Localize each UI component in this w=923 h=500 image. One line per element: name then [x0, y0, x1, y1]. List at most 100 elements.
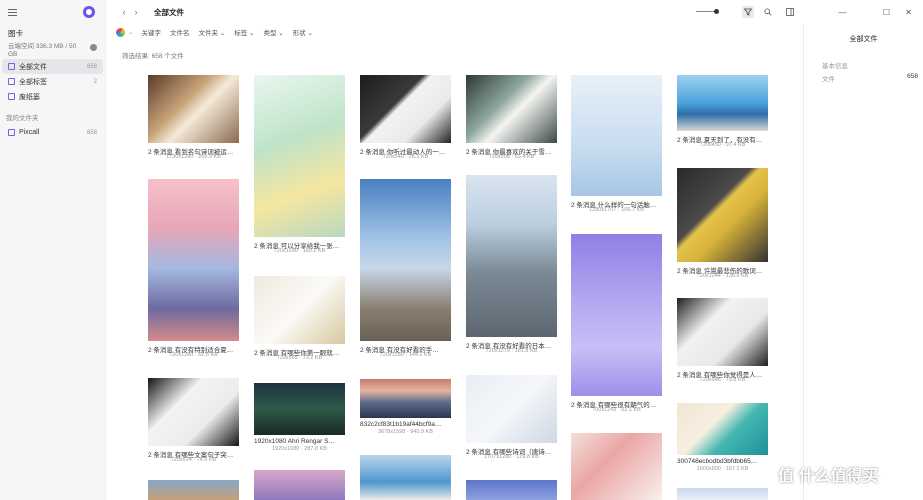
- image-thumbnail[interactable]: [254, 75, 345, 237]
- image-meta: 720x1280 · 62.5 KB: [169, 352, 218, 358]
- filter-filename[interactable]: 文件名: [170, 27, 190, 37]
- image-thumbnail[interactable]: [360, 179, 451, 341]
- filter-bar: ⌄ 关键字 文件名 文件夹 ⌄ 标签 ⌄ 类型 ⌄ 形状 ⌄: [116, 26, 322, 38]
- search-icon: [764, 8, 772, 16]
- image-thumbnail[interactable]: [148, 179, 239, 341]
- sidebar-item-trash[interactable]: 废纸篓: [2, 89, 103, 104]
- menu-icon[interactable]: [8, 8, 17, 16]
- image-meta: 720x540 · 28.1 KB: [382, 154, 429, 160]
- sidebar-header: [0, 0, 105, 24]
- filter-keyword[interactable]: 关键字: [141, 27, 161, 37]
- sidebar-item-all-files[interactable]: 全部文件 658: [2, 59, 103, 74]
- image-thumbnail[interactable]: [571, 234, 662, 396]
- image-name: 1920x1080 Ahri Rengar S…: [254, 438, 335, 445]
- folders-section-label: 我的文件夹: [6, 115, 39, 122]
- sidebar-item-label: 全部标签: [19, 78, 47, 86]
- image-thumbnail[interactable]: [254, 470, 345, 500]
- image-thumbnail[interactable]: [360, 379, 451, 418]
- sidebar-item-all-tags[interactable]: 全部标签 2: [2, 74, 103, 89]
- image-card[interactable]: 2 条消息 有哪些文案句子突… 720x514 · 74.6 KB: [148, 378, 239, 466]
- color-filter-icon[interactable]: [116, 27, 125, 37]
- image-card[interactable]: 832c2cf83t1b19af44bcf9a… 3678x1598 · 940.…: [360, 379, 451, 438]
- image-meta: 720x1280 · 144.2 KB: [379, 352, 432, 358]
- sidebar-item-pixcall[interactable]: Pixcall 658: [2, 125, 103, 140]
- image-card[interactable]: 2 条消息 有哪些诗词（唐诗… 1707x1280 · 129.8 KB: [466, 375, 557, 463]
- chevron-down-icon[interactable]: ⌄: [128, 28, 133, 36]
- image-card[interactable]: 2 条消息 有哪些你觉得是人… 720x546 · 79.8 KB: [677, 298, 768, 386]
- image-card[interactable]: 2 条消息 有没有特别适合夏… 720x1280 · 62.5 KB: [148, 179, 239, 361]
- sidebar-panel-icon: [786, 8, 794, 16]
- folder-icon: [8, 129, 15, 136]
- image-card[interactable]: 2 条消息 许嵩最悲伤的歌词… 720x1244 · 136.9 KB: [677, 168, 768, 282]
- toggle-panel-button[interactable]: [784, 6, 796, 18]
- image-meta: 720x508 · 63.4 KB: [488, 154, 535, 160]
- filter-folder[interactable]: 文件夹 ⌄: [198, 27, 225, 37]
- panel-row-label: 文件: [822, 76, 835, 83]
- storage-text: 云端空间 336.3 MB / 50 GB: [8, 43, 77, 58]
- forward-icon[interactable]: ›: [130, 7, 142, 17]
- panel-section-label: 基本信息: [822, 63, 848, 70]
- check-icon: [90, 44, 97, 51]
- trash-icon: [8, 93, 15, 100]
- image-meta: 1707x1280 · 129.8 KB: [484, 454, 539, 460]
- image-thumbnail[interactable]: [148, 378, 239, 446]
- close-icon[interactable]: ✕: [904, 8, 913, 17]
- image-meta: 1920x1080 · 287.8 KB: [272, 446, 327, 452]
- library-name[interactable]: 图卡: [0, 24, 105, 39]
- image-thumbnail[interactable]: [571, 433, 662, 500]
- image-meta: 720x1244 · 136.9 KB: [696, 273, 749, 279]
- image-thumbnail[interactable]: [571, 75, 662, 196]
- image-card[interactable]: 2 条消息 有哪些很有朝气的… 700x1243 · 52.1 KB: [571, 234, 662, 416]
- filter-result-count: 筛选结果: 658 个文件: [122, 53, 184, 60]
- image-meta: 720x514 · 74.6 KB: [170, 457, 217, 463]
- image-thumbnail[interactable]: [466, 75, 557, 143]
- image-card[interactable]: 2 条消息 你最喜欢的关于雪… 720x508 · 63.4 KB: [466, 75, 557, 163]
- minimize-icon[interactable]: —: [838, 8, 847, 17]
- file-icon: [8, 63, 15, 70]
- filter-icon: [744, 8, 752, 16]
- watermark: 值 什么值得买: [778, 468, 879, 485]
- image-thumbnail[interactable]: [677, 298, 768, 366]
- image-thumbnail[interactable]: [466, 375, 557, 443]
- zoom-slider-handle[interactable]: [714, 9, 719, 14]
- sidebar-item-count: 2: [93, 78, 97, 85]
- image-thumbnail[interactable]: [466, 480, 557, 500]
- storage-usage: 云端空间 336.3 MB / 50 GB: [0, 39, 105, 59]
- filter-type[interactable]: 类型 ⌄: [263, 27, 283, 37]
- image-card[interactable]: 2 条消息 夏天到了，有没有… 720x450 · 97.4 KB: [677, 75, 768, 151]
- back-icon[interactable]: ‹: [118, 7, 130, 17]
- filter-button[interactable]: [742, 6, 754, 18]
- image-thumbnail[interactable]: [466, 175, 557, 337]
- filter-shape[interactable]: 形状 ⌄: [293, 27, 313, 37]
- image-thumbnail[interactable]: [360, 75, 451, 143]
- sidebar-item-label: 废纸篓: [19, 93, 40, 101]
- image-thumbnail[interactable]: [677, 488, 768, 500]
- image-card[interactable]: 2 条消息 你听过最动人的一… 720x540 · 28.1 KB: [360, 75, 451, 163]
- image-thumbnail[interactable]: [254, 276, 345, 344]
- app-logo-icon: [83, 6, 95, 18]
- image-thumbnail[interactable]: [148, 480, 239, 500]
- filter-tag[interactable]: 标签 ⌄: [234, 27, 254, 37]
- image-card[interactable]: 2 条消息 有哪些你第一眼就… 720x565 · 73.2 KB: [254, 276, 345, 364]
- panel-title: 全部文件: [849, 36, 878, 43]
- maximize-icon[interactable]: ☐: [882, 8, 891, 17]
- image-meta: 700x1243 · 52.1 KB: [592, 407, 641, 413]
- image-meta: 1600x900 · 167.2 KB: [696, 466, 749, 472]
- image-card[interactable]: 1920x1080 Ahri Rengar S… 1920x1080 · 287.…: [254, 383, 345, 455]
- image-card[interactable]: 2 条消息 有没有好看的手… 720x1280 · 144.2 KB: [360, 179, 451, 361]
- toolbar: ‹ › 全部文件: [106, 0, 803, 24]
- image-thumbnail[interactable]: [677, 168, 768, 262]
- image-card[interactable]: 2 条消息 看到名句诗词被运… 1730x1280 · 260.9 KB: [148, 75, 239, 163]
- image-card[interactable]: 2 条消息 可以分享给我一张… 720x1280 · 160.2 KB: [254, 75, 345, 257]
- image-card[interactable]: 300748ecbodbd3bfdbb65… 1600x900 · 167.2 K…: [677, 403, 768, 475]
- image-thumbnail[interactable]: [677, 403, 768, 455]
- image-card[interactable]: 2 条消息 有没有好看的日本… 720x1279 · 181.8 KB: [466, 175, 557, 357]
- image-thumbnail[interactable]: [254, 383, 345, 435]
- panel-row-value: 658: [907, 73, 918, 80]
- search-button[interactable]: [762, 6, 774, 18]
- image-thumbnail[interactable]: [360, 455, 451, 500]
- image-thumbnail[interactable]: [148, 75, 239, 143]
- image-card[interactable]: 2 条消息 什么样的一句话触… 1280x1707 · 166.7 KB: [571, 75, 662, 216]
- image-thumbnail[interactable]: [677, 75, 768, 131]
- image-meta: 720x546 · 79.8 KB: [699, 377, 746, 383]
